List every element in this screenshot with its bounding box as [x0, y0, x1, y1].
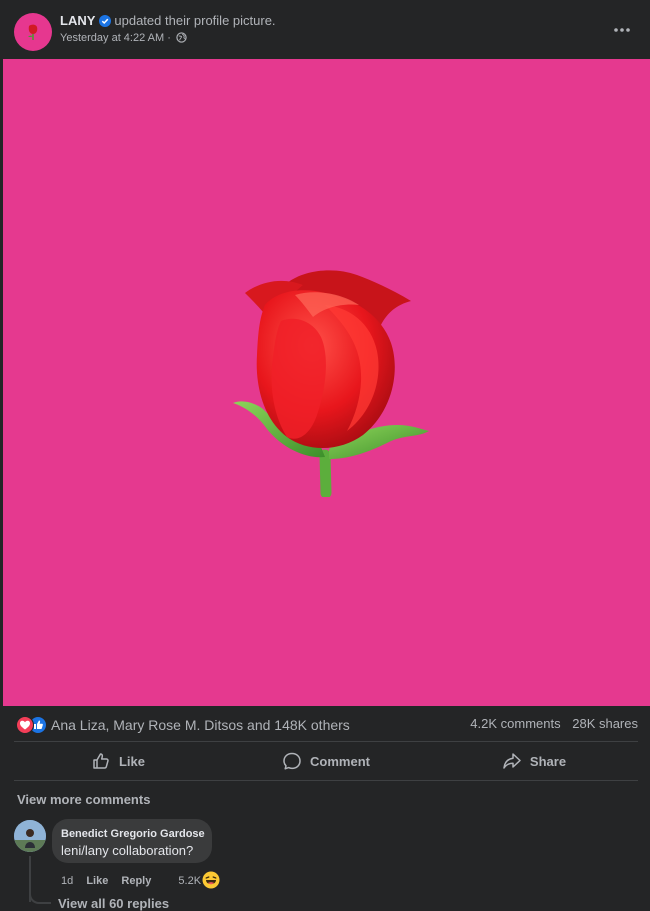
- verified-badge-icon: [99, 15, 112, 30]
- view-replies-link[interactable]: View all 60 replies: [58, 896, 169, 911]
- like-button[interactable]: Like: [18, 742, 218, 780]
- author-name[interactable]: LANY: [60, 13, 95, 28]
- share-arrow-icon: [503, 753, 521, 769]
- comment-bubble-icon: [283, 752, 301, 770]
- comment-bubble: Benedict Gregorio Gardose leni/lany coll…: [52, 819, 212, 863]
- post-meta: Yesterday at 4:22 AM ·: [60, 32, 187, 46]
- rose-icon: [28, 24, 38, 40]
- feed-post: LANY updated their profile picture. Yeste…: [0, 0, 650, 911]
- comment-button[interactable]: Comment: [226, 742, 426, 780]
- share-button-label: Share: [529, 753, 567, 769]
- share-button[interactable]: Share: [434, 742, 634, 780]
- meta-separator: ·: [167, 32, 171, 44]
- love-reaction-icon: [16, 716, 34, 734]
- post-header: LANY updated their profile picture. Yeste…: [0, 0, 650, 58]
- actions-divider: [14, 780, 638, 781]
- shares-count-link[interactable]: 28K shares: [572, 716, 638, 731]
- author-avatar[interactable]: [14, 13, 52, 51]
- post-header-title: LANY updated their profile picture.: [60, 13, 276, 30]
- comments-count-link[interactable]: 4.2K comments: [470, 716, 560, 731]
- comment-reaction-count[interactable]: 5.2K: [178, 875, 201, 887]
- haha-reaction-icon: [202, 871, 220, 892]
- comment-button-label: Comment: [310, 753, 370, 769]
- like-button-label: Like: [118, 753, 145, 769]
- profile-picture-photo[interactable]: [3, 59, 650, 706]
- post-action-text: updated their profile picture.: [114, 13, 276, 28]
- more-options-button[interactable]: [612, 20, 632, 40]
- view-more-comments-link[interactable]: View more comments: [17, 792, 150, 807]
- reactions-summary[interactable]: Ana Liza, Mary Rose M. Ditsos and 148K o…: [16, 716, 350, 736]
- post-actions-bar: Like Comment Share: [14, 742, 638, 780]
- comment-like-button[interactable]: Like: [86, 875, 108, 887]
- comment-text: leni/lany collaboration?: [61, 843, 194, 858]
- more-horizontal-icon: [614, 28, 630, 32]
- post-timestamp[interactable]: Yesterday at 4:22 AM: [60, 32, 164, 44]
- commenter-avatar[interactable]: [14, 820, 46, 852]
- rose-icon: [233, 270, 429, 497]
- comment-reply-button[interactable]: Reply: [121, 875, 151, 887]
- comment-age[interactable]: 1d: [61, 875, 73, 887]
- globe-icon: [176, 32, 187, 46]
- comment-meta: 1d Like Reply 5.2K: [61, 871, 220, 892]
- reactors-text: Ana Liza, Mary Rose M. Ditsos and 148K o…: [51, 717, 350, 733]
- commenter-name[interactable]: Benedict Gregorio Gardose: [61, 828, 205, 840]
- engagement-counts: 4.2K comments 28K shares: [462, 716, 638, 731]
- reply-thread-branch: [29, 886, 51, 904]
- thumbs-up-icon: [93, 753, 109, 769]
